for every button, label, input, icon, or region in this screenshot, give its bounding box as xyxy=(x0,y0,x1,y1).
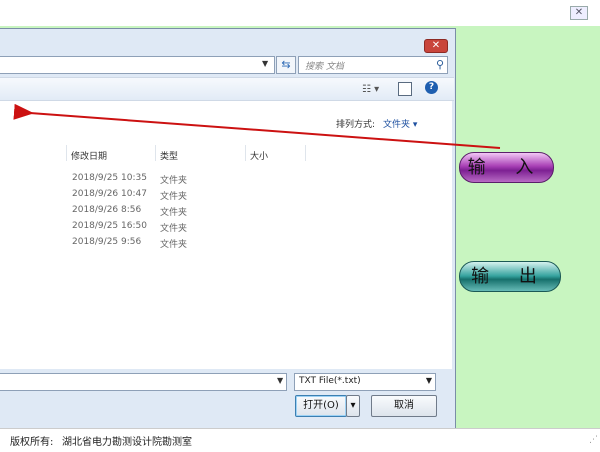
file-list: 排列方式: 文件夹 ▾ 修改日期 类型 大小 2018/9/25 10:35 文… xyxy=(0,101,452,369)
app-title-bar xyxy=(0,0,600,26)
resize-grip-icon[interactable]: ⋰ xyxy=(589,435,598,445)
input-button[interactable]: 输 入 xyxy=(459,152,554,183)
sort-dropdown[interactable]: 文件夹 ▾ xyxy=(383,117,417,130)
close-icon: ✕ xyxy=(431,40,441,51)
open-button[interactable]: 打开(O) xyxy=(295,395,347,417)
search-icon: ⚲ xyxy=(435,58,444,71)
file-name-input[interactable] xyxy=(0,373,287,391)
row-type[interactable]: 文件夹 xyxy=(160,205,187,218)
search-input[interactable]: 搜索 文档 ⚲ xyxy=(298,56,448,74)
row-date[interactable]: 2018/9/25 9:56 xyxy=(72,237,141,247)
open-file-dialog: ✕ ▼ ⇆ 搜索 文档 ⚲ ☷ ▾ ? 排列方式: 文件夹 ▾ 修改日期 类型 … xyxy=(0,28,456,430)
refresh-button[interactable]: ⇆ xyxy=(276,56,296,74)
help-icon[interactable]: ? xyxy=(425,81,438,94)
column-header-date[interactable]: 修改日期 xyxy=(71,149,107,162)
file-type-select[interactable]: TXT File(*.txt) ▼ xyxy=(294,373,436,391)
row-type[interactable]: 文件夹 xyxy=(160,221,187,234)
chevron-down-icon[interactable]: ▼ xyxy=(262,59,268,68)
column-separator xyxy=(155,145,156,161)
open-options-button[interactable]: ▾ xyxy=(346,395,360,417)
column-separator xyxy=(245,145,246,161)
column-header-size[interactable]: 大小 xyxy=(250,149,268,162)
view-menu-icon[interactable]: ☷ ▾ xyxy=(362,84,379,95)
dialog-toolbar: ☷ ▾ ? xyxy=(0,77,454,101)
row-type[interactable]: 文件夹 xyxy=(160,237,187,250)
status-bar: 版权所有: 湖北省电力勘测设计院勘测室 ⋰ xyxy=(0,428,600,452)
copyright-owner: 湖北省电力勘测设计院勘测室 xyxy=(62,437,192,448)
row-date[interactable]: 2018/9/25 16:50 xyxy=(72,221,147,231)
address-bar[interactable] xyxy=(0,56,275,74)
dialog-close-button[interactable]: ✕ xyxy=(424,39,448,53)
column-separator xyxy=(66,145,67,161)
search-placeholder: 搜索 文档 xyxy=(305,62,344,72)
row-type[interactable]: 文件夹 xyxy=(160,189,187,202)
column-header-type[interactable]: 类型 xyxy=(160,149,178,162)
close-icon: ✕ xyxy=(574,7,584,18)
chevron-down-icon: ▼ xyxy=(425,376,432,385)
chevron-down-icon[interactable]: ▼ xyxy=(277,376,283,385)
file-type-value: TXT File(*.txt) xyxy=(299,376,361,386)
row-date[interactable]: 2018/9/26 8:56 xyxy=(72,205,141,215)
preview-pane-icon[interactable] xyxy=(398,82,412,96)
chevron-down-icon: ▾ xyxy=(350,400,356,411)
row-type[interactable]: 文件夹 xyxy=(160,173,187,186)
refresh-icon: ⇆ xyxy=(281,58,291,71)
app-close-button[interactable]: ✕ xyxy=(570,6,588,20)
cancel-button[interactable]: 取消 xyxy=(371,395,437,417)
output-button[interactable]: 输 出 xyxy=(459,261,561,292)
column-separator xyxy=(305,145,306,161)
row-date[interactable]: 2018/9/25 10:35 xyxy=(72,173,147,183)
app-window: ✕ ✕ ▼ ⇆ 搜索 文档 ⚲ ☷ ▾ ? 排列方式: 文件夹 ▾ 修改日期 类… xyxy=(0,0,600,452)
copyright-label: 版权所有: xyxy=(10,437,54,448)
row-date[interactable]: 2018/9/26 10:47 xyxy=(72,189,147,199)
sort-label: 排列方式: xyxy=(336,120,376,130)
